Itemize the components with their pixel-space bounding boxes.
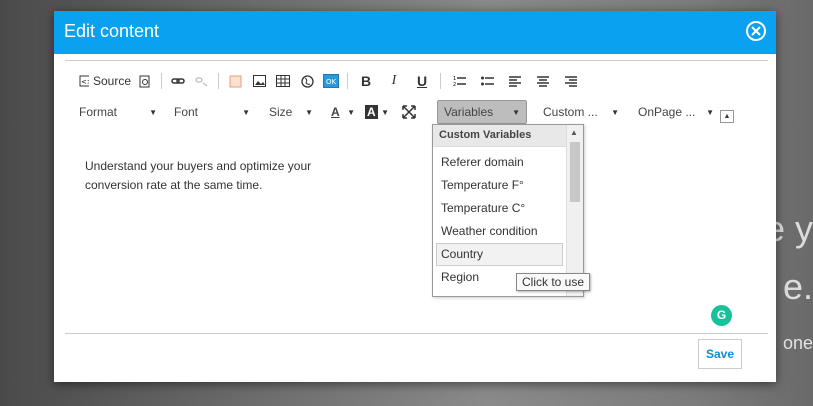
unlink-icon xyxy=(195,77,208,87)
modal-header: Edit content xyxy=(54,11,776,54)
source-button[interactable]: <> Source xyxy=(79,70,131,92)
italic-button[interactable]: I xyxy=(382,70,406,92)
list-item[interactable]: Temperature F° xyxy=(433,174,583,197)
bullet-list-button[interactable] xyxy=(475,70,499,92)
scroll-up-icon[interactable]: ▲ xyxy=(570,128,578,137)
custom-label: Custom ... xyxy=(543,105,598,119)
align-right-button[interactable] xyxy=(559,70,583,92)
grammarly-icon[interactable]: G xyxy=(711,305,732,326)
background-color-icon: A xyxy=(365,105,378,119)
content-text-line: conversion rate at the same time. xyxy=(85,178,263,192)
list-item[interactable]: Referer domain xyxy=(433,151,583,174)
toolbar-separator xyxy=(440,73,441,89)
scrollbar[interactable]: ▲ xyxy=(566,125,583,296)
format-label: Format xyxy=(79,105,118,119)
align-right-icon xyxy=(565,75,577,87)
onpage-label: OnPage ... xyxy=(638,105,696,119)
custom-dropdown[interactable]: Custom ... ▼ xyxy=(543,101,619,123)
variables-dropdown[interactable]: Variables ▼ xyxy=(437,100,527,124)
chevron-down-icon: ▼ xyxy=(512,107,520,117)
bold-button[interactable]: B xyxy=(354,70,378,92)
link-button[interactable] xyxy=(168,70,188,92)
anchor-button[interactable] xyxy=(225,70,245,92)
tooltip: Click to use xyxy=(516,273,591,291)
align-center-button[interactable] xyxy=(531,70,555,92)
maximize-button[interactable] xyxy=(399,101,419,123)
table-button[interactable] xyxy=(273,70,293,92)
toolbar-separator xyxy=(347,73,348,89)
ok-button[interactable]: OK xyxy=(321,70,341,92)
align-left-icon xyxy=(509,75,521,87)
text-color-icon: A xyxy=(331,105,340,119)
background-text: one xyxy=(782,333,813,353)
image-button[interactable] xyxy=(249,70,269,92)
chevron-up-icon: ▲ xyxy=(723,113,731,120)
globe-button[interactable] xyxy=(297,70,317,92)
chevron-down-icon: ▼ xyxy=(149,107,157,117)
source-label: Source xyxy=(92,74,131,88)
unlink-button[interactable] xyxy=(192,70,212,92)
content-text-line: Understand your buyers and optimize your xyxy=(85,159,312,173)
numbered-list-icon: 1 2 xyxy=(453,76,466,87)
list-item[interactable]: Temperature C° xyxy=(433,197,583,220)
preview-button[interactable] xyxy=(135,70,155,92)
globe-icon xyxy=(300,74,314,88)
collapse-toolbar-button[interactable]: ▲ xyxy=(720,110,734,123)
rich-text-editor: <> Source xyxy=(65,60,768,327)
underline-button[interactable]: U xyxy=(410,70,434,92)
edit-content-modal: Edit content <> Source xyxy=(54,11,776,382)
bullet-list-icon xyxy=(480,76,494,86)
chevron-down-icon: ▼ xyxy=(381,107,389,117)
maximize-icon xyxy=(402,105,416,119)
text-color-button[interactable]: A ▼ xyxy=(331,101,355,123)
variables-label: Variables xyxy=(444,105,494,119)
svg-text:2: 2 xyxy=(453,82,456,87)
preview-icon xyxy=(139,75,150,87)
toolbar-separator xyxy=(161,73,162,89)
chevron-down-icon: ▼ xyxy=(305,107,313,117)
list-header: Custom Variables xyxy=(433,125,583,147)
editor-content[interactable]: Understand your buyers and optimize your… xyxy=(85,157,365,195)
table-icon xyxy=(276,75,290,87)
size-label: Size xyxy=(269,105,293,119)
onpage-dropdown[interactable]: OnPage ... ▼ xyxy=(638,101,714,123)
toolbar-row-1: <> Source xyxy=(79,69,587,93)
list-items: Referer domain Temperature F° Temperatur… xyxy=(433,147,583,289)
list-item[interactable]: Weather condition xyxy=(433,220,583,243)
modal-title: Edit content xyxy=(64,21,160,41)
font-dropdown[interactable]: Font ▼ xyxy=(174,101,250,123)
close-icon xyxy=(751,26,761,36)
toolbar-separator xyxy=(218,73,219,89)
svg-text:<>: <> xyxy=(81,78,89,86)
save-button[interactable]: Save xyxy=(698,339,742,369)
background-text: e. xyxy=(782,266,813,307)
close-button[interactable] xyxy=(746,21,766,41)
chevron-down-icon: ▼ xyxy=(706,107,714,117)
toolbar-row-2: Format ▼ Font ▼ Size ▼ A ▼ A ▼ Variables… xyxy=(79,100,714,124)
chevron-down-icon: ▼ xyxy=(242,107,250,117)
footer-divider xyxy=(65,333,768,334)
chevron-down-icon: ▼ xyxy=(347,107,355,117)
anchor-icon xyxy=(229,75,241,87)
align-center-icon xyxy=(537,75,549,87)
svg-text:OK: OK xyxy=(326,78,337,86)
chevron-down-icon: ▼ xyxy=(611,107,619,117)
font-label: Font xyxy=(174,105,199,119)
size-dropdown[interactable]: Size ▼ xyxy=(269,101,313,123)
background-color-button[interactable]: A ▼ xyxy=(365,101,389,123)
link-icon xyxy=(171,78,185,84)
align-left-button[interactable] xyxy=(503,70,527,92)
list-item[interactable]: Country xyxy=(436,243,563,266)
format-dropdown[interactable]: Format ▼ xyxy=(79,101,157,123)
variables-dropdown-list: Custom Variables Referer domain Temperat… xyxy=(432,124,584,297)
image-icon xyxy=(252,75,266,87)
numbered-list-button[interactable]: 1 2 xyxy=(447,70,471,92)
ok-icon: OK xyxy=(323,74,339,88)
source-icon: <> xyxy=(79,75,89,87)
scroll-thumb[interactable] xyxy=(570,142,580,202)
